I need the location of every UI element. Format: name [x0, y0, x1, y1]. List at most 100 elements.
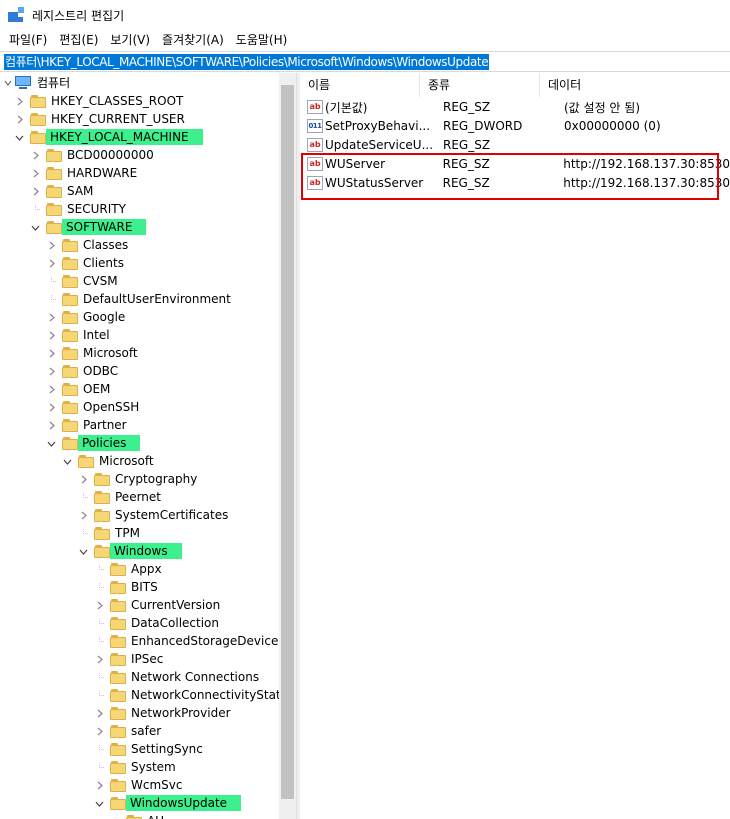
chevron-down-icon[interactable] [78, 546, 88, 556]
chevron-down-icon[interactable] [62, 456, 72, 466]
tree-connector [94, 744, 104, 754]
tree-node-label: OpenSSH [83, 400, 140, 414]
menu-file[interactable]: 파일(F) [3, 30, 53, 50]
title-bar: 레지스트리 편집기 [0, 0, 730, 30]
tree-node[interactable]: EnhancedStorageDevices [94, 632, 286, 650]
tree-node[interactable]: ODBC [46, 362, 119, 380]
folder-icon [46, 220, 62, 234]
chevron-down-icon[interactable] [94, 798, 104, 808]
tree-node[interactable]: safer [94, 722, 162, 740]
chevron-right-icon[interactable] [46, 420, 56, 430]
chevron-right-icon[interactable] [46, 348, 56, 358]
tree-node[interactable]: SystemCertificates [78, 506, 229, 524]
tree-node[interactable]: DataCollection [94, 614, 220, 632]
tree-node[interactable]: BCD00000000 [30, 146, 155, 164]
tree-node[interactable]: HKEY_CLASSES_ROOT [14, 92, 184, 110]
chevron-down-icon[interactable] [30, 222, 40, 232]
chevron-right-icon[interactable] [46, 312, 56, 322]
chevron-right-icon[interactable] [30, 168, 40, 178]
tree-node[interactable]: Peernet [78, 488, 162, 506]
chevron-right-icon[interactable] [94, 780, 104, 790]
tree-node[interactable]: SAM [30, 182, 94, 200]
tree-node[interactable]: SOFTWARE [30, 218, 147, 236]
tree-node[interactable]: Microsoft [62, 452, 155, 470]
tree-node[interactable]: OpenSSH [46, 398, 140, 416]
tree-node[interactable]: WindowsUpdate [94, 794, 242, 812]
tree-node[interactable]: IPSec [94, 650, 164, 668]
address-path[interactable]: 컴퓨터\HKEY_LOCAL_MACHINE\SOFTWARE\Policies… [4, 53, 490, 70]
chevron-down-icon[interactable] [4, 78, 12, 88]
tree-node[interactable]: System [94, 758, 177, 776]
tree-root[interactable]: 컴퓨터 [4, 74, 71, 92]
tree-scrollbar[interactable] [279, 73, 296, 819]
tree-node[interactable]: NetworkConnectivityStatusIn [94, 686, 296, 704]
value-type: REG_SZ [443, 138, 491, 152]
chevron-right-icon[interactable] [46, 366, 56, 376]
chevron-right-icon[interactable] [46, 258, 56, 268]
chevron-right-icon[interactable] [14, 96, 24, 106]
key-tree[interactable]: 컴퓨터 HKEY_CLASSES_ROOT HKEY_CURRENT_USER HK… [0, 73, 296, 819]
chevron-right-icon[interactable] [46, 240, 56, 250]
menu-favorites[interactable]: 즐겨찾기(A) [156, 30, 230, 50]
value-row[interactable]: ab UpdateServiceU... REG_SZ [300, 136, 730, 154]
tree-node[interactable]: NetworkProvider [94, 704, 232, 722]
tree-node[interactable]: Cryptography [78, 470, 198, 488]
chevron-right-icon[interactable] [78, 510, 88, 520]
chevron-right-icon[interactable] [46, 402, 56, 412]
tree-node-label: NetworkProvider [131, 706, 231, 720]
chevron-down-icon[interactable] [14, 132, 24, 142]
tree-node-label: DefaultUserEnvironment [83, 292, 231, 306]
folder-icon [110, 580, 126, 594]
chevron-right-icon[interactable] [78, 474, 88, 484]
chevron-right-icon[interactable] [46, 384, 56, 394]
tree-node-label: EnhancedStorageDevices [131, 634, 285, 648]
tree-node[interactable]: Windows [78, 542, 182, 560]
chevron-right-icon[interactable] [94, 654, 104, 664]
menu-help[interactable]: 도움말(H) [230, 30, 294, 50]
chevron-right-icon[interactable] [94, 600, 104, 610]
address-bar[interactable]: 컴퓨터\HKEY_LOCAL_MACHINE\SOFTWARE\Policies… [0, 51, 730, 72]
tree-node[interactable]: HARDWARE [30, 164, 138, 182]
tree-node[interactable]: BITS [94, 578, 159, 596]
chevron-right-icon[interactable] [46, 330, 56, 340]
tree-node[interactable]: Network Connections [94, 668, 260, 686]
tree-node[interactable]: WcmSvc [94, 776, 183, 794]
folder-icon [94, 544, 110, 558]
tree-scrollbar-thumb[interactable] [281, 85, 294, 799]
tree-node-label: Network Connections [131, 670, 260, 684]
chevron-right-icon[interactable] [14, 114, 24, 124]
tree-node[interactable]: HKEY_CURRENT_USER [14, 110, 186, 128]
tree-node[interactable]: Policies [46, 434, 141, 452]
tree-node[interactable]: Intel [46, 326, 111, 344]
tree-node[interactable]: Partner [46, 416, 128, 434]
tree-node[interactable]: OEM [46, 380, 111, 398]
chevron-right-icon[interactable] [94, 726, 104, 736]
tree-node[interactable]: TPM [78, 524, 141, 542]
tree-node[interactable]: DefaultUserEnvironment [46, 290, 232, 308]
chevron-right-icon[interactable] [94, 708, 104, 718]
folder-icon [62, 256, 78, 270]
column-data[interactable]: 데이터 [540, 73, 730, 97]
menu-edit[interactable]: 편집(E) [53, 30, 104, 50]
chevron-right-icon[interactable] [30, 150, 40, 160]
tree-node[interactable]: Clients [46, 254, 125, 272]
menu-view[interactable]: 보기(V) [104, 30, 156, 50]
tree-node[interactable]: CVSM [46, 272, 119, 290]
tree-node[interactable]: Google [46, 308, 126, 326]
tree-node[interactable]: HKEY_LOCAL_MACHINE [14, 128, 203, 146]
tree-node[interactable]: Microsoft [46, 344, 139, 362]
column-name[interactable]: 이름 [300, 73, 420, 97]
value-row[interactable]: ab (기본값) REG_SZ (값 설정 안 됨) [300, 98, 730, 116]
tree-node[interactable]: SettingSync [94, 740, 204, 758]
tree-node[interactable]: Classes [46, 236, 129, 254]
tree-node[interactable]: AU [110, 812, 165, 819]
tree-node[interactable]: SECURITY [30, 200, 127, 218]
chevron-down-icon[interactable] [46, 438, 56, 448]
column-type[interactable]: 종류 [420, 73, 540, 97]
value-row[interactable]: 011 SetProxyBehavi... REG_DWORD 0x00000000 … [300, 117, 730, 135]
tree-node[interactable]: Appx [94, 560, 163, 578]
folder-icon [62, 346, 78, 360]
tree-node[interactable]: CurrentVersion [94, 596, 221, 614]
chevron-right-icon[interactable] [30, 186, 40, 196]
folder-icon [110, 634, 126, 648]
